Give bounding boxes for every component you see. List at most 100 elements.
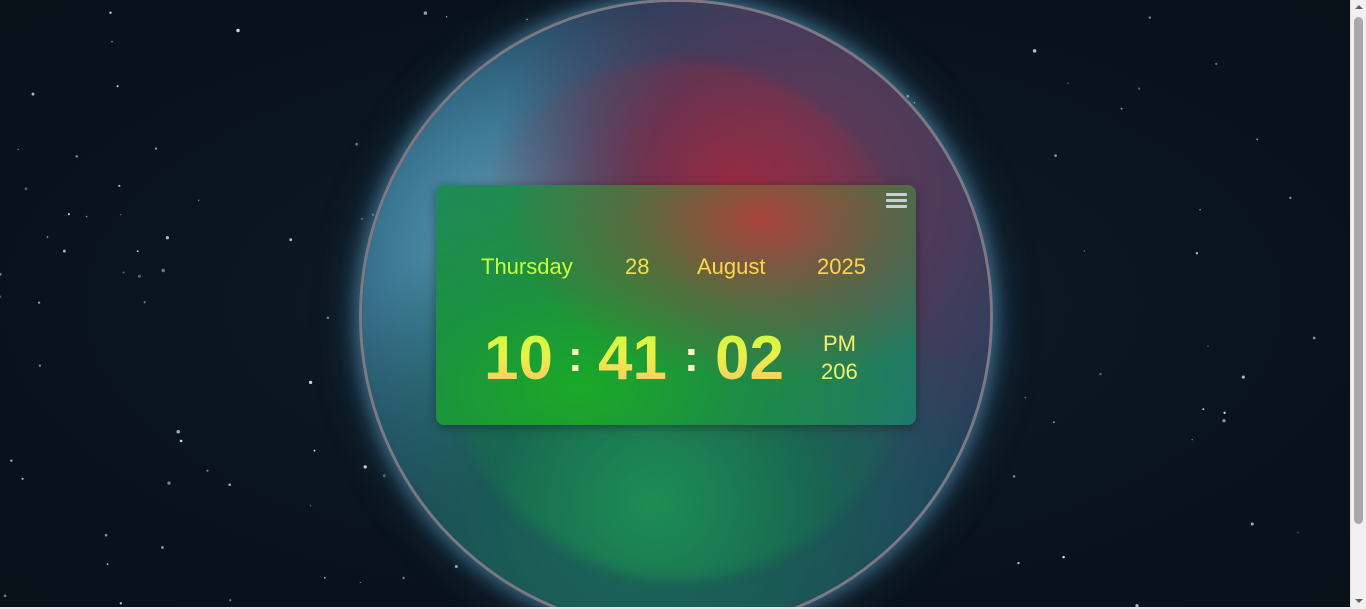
star [10, 459, 13, 462]
star [1054, 154, 1057, 157]
star [1012, 475, 1016, 478]
star [1067, 82, 1069, 84]
star [120, 214, 122, 216]
menu-bar [886, 199, 907, 202]
star [1062, 555, 1065, 559]
minutes-display: 41 [598, 324, 667, 393]
star [1199, 208, 1201, 211]
clock-widget: Thursday 28 August 2025 10 : 41 : 02 PM … [436, 185, 916, 425]
day-of-year-label: 206 [821, 359, 858, 384]
vertical-scrollbar[interactable] [1350, 0, 1366, 609]
star [906, 94, 910, 98]
star [228, 483, 231, 486]
star [31, 92, 35, 96]
page-background: Thursday 28 August 2025 10 : 41 : 02 PM … [0, 0, 1366, 609]
star [167, 481, 171, 485]
star [309, 505, 312, 507]
star [1250, 522, 1254, 526]
star [382, 474, 386, 478]
star [1256, 138, 1259, 141]
star [1138, 87, 1141, 90]
star [197, 199, 200, 202]
day-of-month-label: 28 [625, 254, 650, 279]
star [137, 274, 142, 278]
star [359, 581, 361, 584]
star [85, 215, 88, 218]
star [143, 301, 146, 304]
star [106, 563, 109, 565]
star [0, 295, 2, 298]
star [236, 28, 240, 33]
star [423, 11, 428, 15]
star [526, 18, 528, 21]
month-label: August [697, 254, 766, 279]
star [176, 429, 180, 434]
star [372, 213, 374, 216]
star [179, 439, 183, 443]
star [1195, 252, 1199, 255]
star [161, 268, 165, 273]
star [229, 599, 232, 602]
star [1207, 345, 1209, 347]
star [1241, 375, 1245, 379]
star [3, 594, 7, 598]
star [109, 11, 112, 15]
hamburger-menu-icon[interactable] [886, 193, 907, 210]
star [116, 85, 119, 88]
star [1053, 421, 1055, 423]
star [1024, 396, 1027, 399]
star [1148, 16, 1152, 19]
star [37, 301, 41, 304]
star [104, 533, 108, 537]
year-label: 2025 [817, 254, 866, 279]
star [38, 364, 42, 367]
hours-display: 10 [484, 324, 553, 393]
star [1223, 411, 1226, 414]
star [136, 250, 139, 253]
star [17, 148, 19, 151]
star [361, 218, 363, 220]
star [1191, 438, 1193, 441]
star [165, 236, 169, 240]
star [122, 271, 125, 274]
star [913, 101, 916, 104]
star [119, 602, 122, 605]
star [1222, 419, 1226, 423]
star [154, 147, 158, 150]
meridiem-label: PM [823, 331, 856, 356]
seconds-display: 02 [715, 324, 784, 393]
star [308, 380, 313, 385]
star [313, 449, 316, 452]
star [1083, 250, 1086, 252]
star [326, 316, 330, 320]
star [1120, 107, 1123, 110]
menu-bar [886, 193, 907, 196]
star [46, 236, 49, 238]
star [1032, 49, 1037, 53]
star [67, 213, 70, 216]
scroll-up-arrow-icon[interactable] [1351, 0, 1366, 15]
star [289, 238, 293, 242]
star [111, 40, 113, 43]
time-separator: : [568, 332, 583, 381]
star [24, 187, 28, 191]
star [1289, 196, 1292, 200]
scrollbar-thumb[interactable] [1354, 17, 1363, 524]
scroll-down-arrow-icon[interactable] [1351, 594, 1366, 609]
star [161, 546, 164, 549]
star [75, 155, 78, 158]
star [1099, 372, 1102, 376]
star [206, 469, 209, 472]
star [118, 184, 121, 188]
star [62, 249, 66, 253]
time-separator: : [684, 332, 699, 381]
menu-bar [886, 205, 907, 208]
star [355, 142, 359, 146]
star [21, 477, 24, 480]
star [454, 565, 458, 568]
star [324, 576, 326, 579]
star [1312, 336, 1316, 340]
weekday-label: Thursday [481, 254, 573, 279]
star [402, 576, 405, 580]
star [1297, 531, 1299, 534]
